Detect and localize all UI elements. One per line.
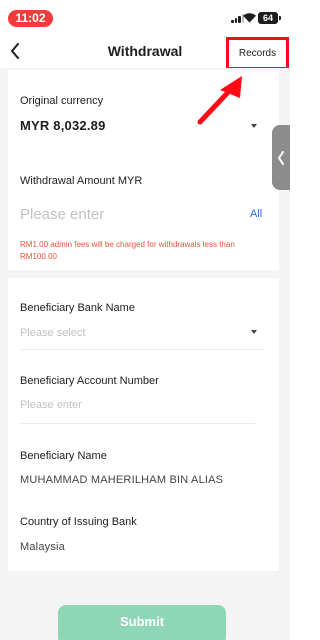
country-value: Malaysia <box>20 541 66 553</box>
battery-icon: 64 <box>258 12 281 24</box>
submit-label: Submit <box>119 614 165 629</box>
withdrawal-amount-input[interactable]: Please enter <box>20 206 104 223</box>
annotation-arrow <box>197 76 242 125</box>
bank-name-select[interactable]: Please select <box>20 327 85 339</box>
bank-dropdown-caret-icon[interactable] <box>251 330 257 334</box>
records-button[interactable]: Records <box>226 37 289 70</box>
divider <box>20 423 255 424</box>
country-label: Country of Issuing Bank <box>20 516 137 528</box>
status-bar: 11:02 64 <box>0 0 290 36</box>
records-label: Records <box>238 48 277 59</box>
status-time: 11:02 <box>8 10 53 27</box>
withdraw-all-button[interactable]: All <box>250 208 262 220</box>
collapse-chevron-icon <box>278 150 284 165</box>
bank-name-label: Beneficiary Bank Name <box>20 302 135 314</box>
wifi-icon <box>243 13 256 23</box>
account-number-input[interactable]: Please enter <box>20 399 82 411</box>
beneficiary-name-label: Beneficiary Name <box>20 450 107 462</box>
beneficiary-name-value: MUHAMMAD MAHERILHAM BIN ALIAS <box>20 474 224 486</box>
currency-dropdown-caret-icon[interactable] <box>251 124 257 128</box>
app-header: Withdrawal Records <box>0 36 290 70</box>
account-number-label: Beneficiary Account Number <box>20 375 159 387</box>
original-currency-select[interactable]: MYR 8,032.89 <box>20 118 106 133</box>
submit-button[interactable]: Submit <box>58 605 226 640</box>
side-panel-handle[interactable] <box>272 125 290 190</box>
divider <box>20 349 265 350</box>
battery-level: 64 <box>262 13 273 23</box>
withdrawal-amount-label: Withdrawal Amount MYR <box>20 175 143 187</box>
admin-fee-note: RM1.00 admin fees will be charged for wi… <box>20 240 235 261</box>
original-currency-label: Original currency <box>20 95 104 107</box>
